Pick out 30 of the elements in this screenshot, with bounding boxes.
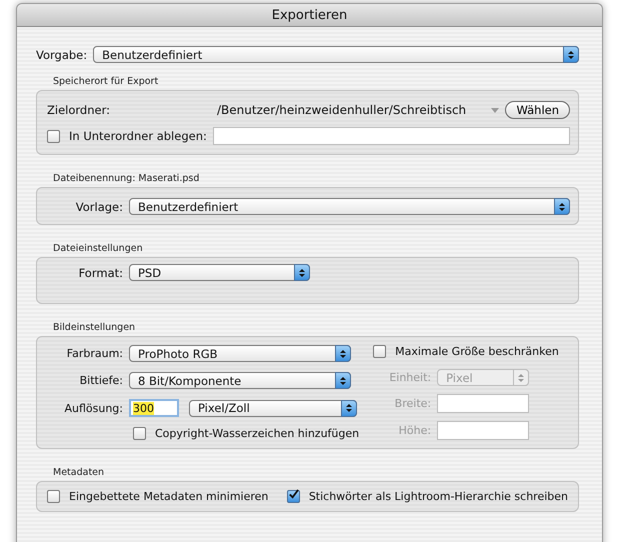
bit-depth-dropdown[interactable]: 8 Bit/Komponente bbox=[129, 372, 351, 389]
field-label: Vorlage: bbox=[74, 200, 123, 214]
choose-button[interactable]: Wählen bbox=[505, 101, 570, 119]
checkbox-label: In Unterordner ablegen: bbox=[69, 129, 207, 143]
field-label: Einheit: bbox=[388, 371, 432, 384]
folder-path: /Benutzer/heinzweidenhuller/Schreibtisch bbox=[217, 103, 468, 117]
field-label: Breite: bbox=[394, 397, 432, 410]
field-label: Vorgabe: bbox=[36, 48, 88, 62]
checkbox-label: Stichwörter als Lightroom-Hierarchie schreiben bbox=[308, 490, 568, 503]
section-heading: Metadaten bbox=[53, 467, 106, 478]
field-label: Höhe: bbox=[398, 424, 432, 437]
field-label: Zielordner: bbox=[47, 103, 111, 117]
resolution-field[interactable]: 300 bbox=[129, 399, 179, 417]
color-space-dropdown[interactable]: ProPhoto RGB bbox=[129, 345, 351, 362]
template-dropdown[interactable]: Benutzerdefiniert bbox=[129, 198, 570, 215]
field-label: Bittiefe: bbox=[78, 374, 123, 387]
field-label: Auflösung: bbox=[63, 402, 123, 414]
checkbox-label: Copyright-Wasserzeichen hinzufügen bbox=[155, 427, 360, 440]
section-heading: Speicherort für Export bbox=[53, 76, 160, 87]
section-heading: Bildeinstellungen bbox=[53, 322, 136, 333]
unit-dropdown[interactable]: Pixel/Zoll bbox=[189, 400, 357, 416]
format-dropdown[interactable]: PSD bbox=[129, 264, 310, 281]
window-title: Exportieren bbox=[272, 8, 348, 22]
checkbox-label: Eingebettete Metadaten minimieren bbox=[69, 490, 268, 503]
section-heading: Dateibenennung: Maserati.psd bbox=[53, 173, 200, 184]
preset-dropdown[interactable]: Benutzerdefiniert bbox=[93, 46, 579, 63]
field-label: Format: bbox=[78, 266, 123, 280]
section-heading: Dateieinstellungen bbox=[53, 243, 144, 254]
checkbox-label: Maximale Größe beschränken bbox=[395, 345, 559, 358]
field-label: Farbraum: bbox=[66, 347, 123, 360]
